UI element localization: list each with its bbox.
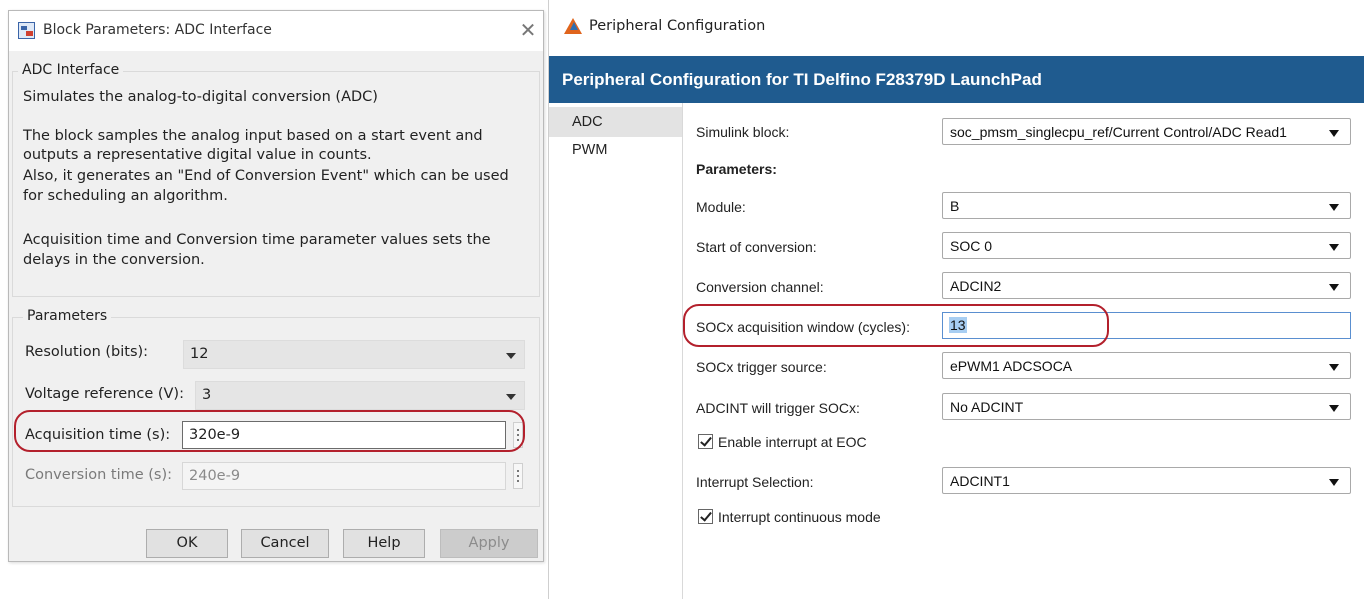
dialog-titlebar: Block Parameters: ADC Interface ✕ [9,11,543,51]
adcint-trigger-dropdown[interactable]: No ADCINT [942,393,1351,420]
simulink-block-value: soc_pmsm_singlecpu_ref/Current Control/A… [950,124,1287,140]
close-icon[interactable]: ✕ [515,17,541,43]
adcint-trigger-label: ADCINT will trigger SOCx: [696,400,860,416]
adc-interface-group-title: ADC Interface [18,62,124,78]
adcint-trigger-value: No ADCINT [950,399,1024,415]
block-description-line: The block samples the analog input based… [23,128,483,144]
block-description-line: Simulates the analog-to-digital conversi… [23,89,378,105]
window-titlebar: Peripheral Configuration [549,0,1364,56]
help-button[interactable]: Help [343,529,425,558]
nav-item-adc[interactable]: ADC [549,107,682,137]
chevron-down-icon [1329,284,1339,291]
highlight-acquisition-window [683,304,1109,347]
block-description-line: Also, it generates an "End of Conversion… [23,168,509,184]
conversion-channel-label: Conversion channel: [696,279,824,295]
conversion-channel-value: ADCIN2 [950,278,1002,294]
enable-interrupt-label: Enable interrupt at EOC [718,434,867,450]
module-value: B [950,198,960,214]
chevron-down-icon [1329,204,1339,211]
more-options-icon [513,463,523,489]
simulink-block-label: Simulink block: [696,124,790,140]
chevron-down-icon [1329,244,1339,251]
block-parameters-dialog: Block Parameters: ADC Interface ✕ ADC In… [8,10,544,562]
cancel-button[interactable]: Cancel [241,529,329,558]
ok-button[interactable]: OK [146,529,228,558]
block-description-line: Acquisition time and Conversion time par… [23,232,491,248]
start-of-conversion-label: Start of conversion: [696,239,817,255]
module-label: Module: [696,199,746,215]
chevron-down-icon [1329,130,1339,137]
trigger-source-value: ePWM1 ADCSOCA [950,358,1073,374]
nav-item-label: ADC [572,114,603,130]
resolution-value: 12 [190,346,209,362]
resolution-label: Resolution (bits): [25,344,149,360]
trigger-source-dropdown[interactable]: ePWM1 ADCSOCA [942,352,1351,379]
voltage-reference-label: Voltage reference (V): [25,386,184,402]
chevron-down-icon [506,353,516,359]
conversion-time-field: 240e-9 [182,462,506,490]
peripheral-configuration-window: Peripheral Configuration Peripheral Conf… [548,0,1364,599]
parameters-heading: Parameters: [696,161,777,177]
parameters-group-title: Parameters [23,308,112,324]
chevron-down-icon [1329,405,1339,412]
block-description-line: outputs a representative digital value i… [23,147,372,163]
chevron-down-icon [1329,364,1339,371]
interrupt-continuous-label: Interrupt continuous mode [718,509,881,525]
simulink-block-icon [18,22,35,39]
window-title: Peripheral Configuration [589,18,766,34]
chevron-down-icon [506,394,516,400]
module-dropdown[interactable]: B [942,192,1351,219]
block-description-line: delays in the conversion. [23,252,205,268]
enable-interrupt-checkbox[interactable] [698,434,713,449]
simulink-block-dropdown[interactable]: soc_pmsm_singlecpu_ref/Current Control/A… [942,118,1351,145]
matlab-logo-icon [564,18,582,34]
conversion-time-label: Conversion time (s): [25,467,173,483]
configuration-banner: Peripheral Configuration for TI Delfino … [549,56,1364,103]
trigger-source-label: SOCx trigger source: [696,359,827,375]
conversion-channel-dropdown[interactable]: ADCIN2 [942,272,1351,299]
start-of-conversion-dropdown[interactable]: SOC 0 [942,232,1351,259]
interrupt-continuous-checkbox[interactable] [698,509,713,524]
resolution-dropdown[interactable]: 12 [183,340,525,369]
peripheral-nav: ADC PWM [549,103,683,599]
interrupt-selection-value: ADCINT1 [950,473,1010,489]
banner-title: Peripheral Configuration for TI Delfino … [562,70,1042,89]
dialog-title: Block Parameters: ADC Interface [43,22,272,38]
nav-item-label: PWM [572,142,608,158]
start-of-conversion-value: SOC 0 [950,238,993,254]
chevron-down-icon [1329,479,1339,486]
block-description-line: for scheduling an algorithm. [23,188,228,204]
highlight-acquisition-time [14,410,525,452]
nav-item-pwm[interactable]: PWM [549,135,682,165]
interrupt-selection-dropdown[interactable]: ADCINT1 [942,467,1351,494]
apply-button: Apply [440,529,538,558]
voltage-reference-value: 3 [202,387,212,403]
interrupt-selection-label: Interrupt Selection: [696,474,814,490]
conversion-time-value: 240e-9 [189,468,241,484]
voltage-reference-dropdown[interactable]: 3 [195,381,525,410]
